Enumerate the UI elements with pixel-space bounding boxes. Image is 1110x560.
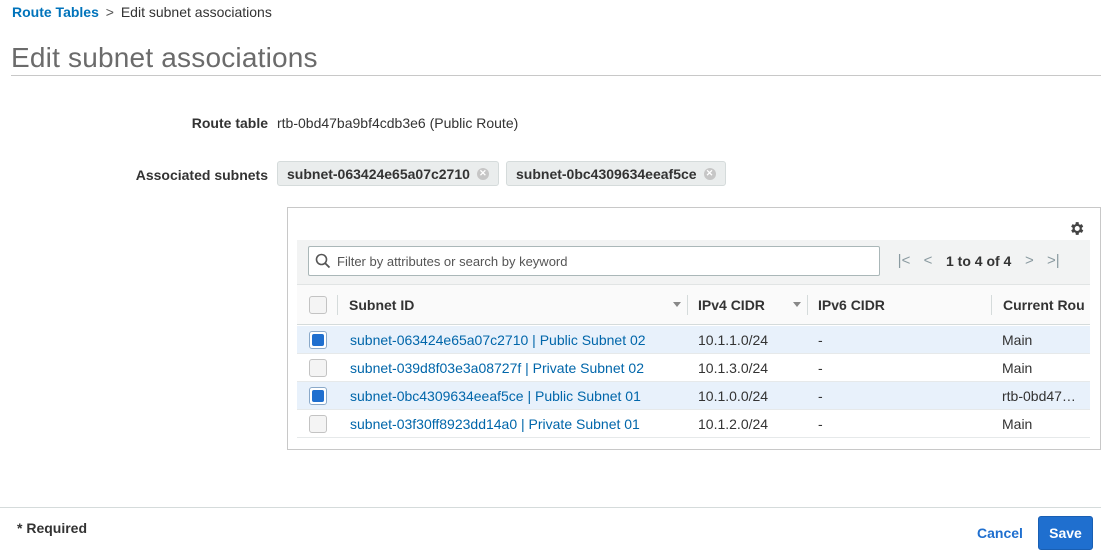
page-title: Edit subnet associations <box>11 42 318 73</box>
column-header-ipv4-cidr[interactable]: IPv4 CIDR <box>698 285 765 325</box>
subnet-token: subnet-0bc4309634eeaf5ce ✕ <box>506 161 726 186</box>
search-icon <box>315 253 331 269</box>
breadcrumb: Route Tables > Edit subnet associations <box>12 4 272 20</box>
cancel-button[interactable]: Cancel <box>977 525 1023 541</box>
save-button[interactable]: Save <box>1038 516 1093 550</box>
prev-page-icon[interactable]: < <box>916 252 940 269</box>
subnet-id-link[interactable]: subnet-0bc4309634eeaf5ce | Public Subnet… <box>350 382 641 410</box>
breadcrumb-current: Edit subnet associations <box>120 4 272 20</box>
row-checkbox[interactable] <box>309 415 327 433</box>
last-page-icon[interactable]: >| <box>1041 252 1065 269</box>
table-row[interactable]: subnet-03f30ff8923dd14a0 | Private Subne… <box>297 410 1090 438</box>
ipv6-cidr-cell: - <box>818 388 823 404</box>
search-box <box>308 246 880 276</box>
row-checkbox[interactable] <box>309 331 327 349</box>
breadcrumb-separator: > <box>105 4 114 20</box>
route-table-label: Route table <box>191 115 268 131</box>
subnet-id-link[interactable]: subnet-03f30ff8923dd14a0 | Private Subne… <box>350 410 640 438</box>
select-all-checkbox[interactable] <box>309 296 327 314</box>
row-checkbox[interactable] <box>309 387 327 405</box>
search-input[interactable] <box>337 253 857 269</box>
subnet-id-link[interactable]: subnet-039d8f03e3a08727f | Private Subne… <box>350 354 644 382</box>
subnet-token-label: subnet-063424e65a07c2710 <box>287 165 470 182</box>
ipv6-cidr-cell: - <box>818 416 823 432</box>
associated-subnets-label: Associated subnets <box>135 167 268 183</box>
sort-caret-icon[interactable] <box>793 302 801 307</box>
next-page-icon[interactable]: > <box>1017 252 1041 269</box>
pagination: |< < 1 to 4 of 4 > >| <box>892 252 1065 269</box>
subnet-token: subnet-063424e65a07c2710 ✕ <box>277 161 499 186</box>
column-divider <box>337 295 338 315</box>
sort-caret-icon[interactable] <box>673 302 681 307</box>
pagination-text: 1 to 4 of 4 <box>946 252 1012 269</box>
table-row[interactable]: subnet-039d8f03e3a08727f | Private Subne… <box>297 354 1090 382</box>
ipv6-cidr-cell: - <box>818 360 823 376</box>
ipv4-cidr-cell: 10.1.3.0/24 <box>698 360 769 376</box>
column-header-subnet-id[interactable]: Subnet ID <box>349 285 414 325</box>
current-route-table-cell: Main <box>1002 332 1033 348</box>
ipv4-cidr-cell: 10.1.2.0/24 <box>698 416 769 432</box>
row-checkbox[interactable] <box>309 359 327 377</box>
column-divider <box>687 295 688 315</box>
ipv4-cidr-cell: 10.1.0.0/24 <box>698 388 769 404</box>
table-toolbar: |< < 1 to 4 of 4 > >| <box>297 240 1090 284</box>
column-header-current-route-table[interactable]: Current Rou <box>1003 285 1085 325</box>
first-page-icon[interactable]: |< <box>892 252 916 269</box>
column-divider <box>807 295 808 315</box>
subnet-token-label: subnet-0bc4309634eeaf5ce <box>516 165 697 182</box>
breadcrumb-route-tables-link[interactable]: Route Tables <box>12 4 99 20</box>
current-route-table-cell: Main <box>1002 416 1033 432</box>
current-route-table-cell: Main <box>1002 360 1033 376</box>
settings-gear-icon[interactable] <box>1068 220 1085 237</box>
column-header-ipv6-cidr[interactable]: IPv6 CIDR <box>818 285 885 325</box>
ipv4-cidr-cell: 10.1.1.0/24 <box>698 332 769 348</box>
title-divider <box>11 75 1101 76</box>
table-row[interactable]: subnet-0bc4309634eeaf5ce | Public Subnet… <box>297 382 1090 410</box>
table-row[interactable]: subnet-063424e65a07c2710 | Public Subnet… <box>297 326 1090 354</box>
required-note: * Required <box>17 520 88 536</box>
column-divider <box>991 295 992 315</box>
route-table-value: rtb-0bd47ba9bf4cdb3e6 (Public Route) <box>277 115 519 131</box>
table-header: Subnet ID IPv4 CIDR IPv6 CIDR Current Ro… <box>297 284 1090 325</box>
remove-token-icon[interactable]: ✕ <box>476 167 489 180</box>
ipv6-cidr-cell: - <box>818 332 823 348</box>
remove-token-icon[interactable]: ✕ <box>703 167 716 180</box>
current-route-table-cell: rtb-0bd47… <box>1002 388 1076 404</box>
subnet-id-link[interactable]: subnet-063424e65a07c2710 | Public Subnet… <box>350 326 646 354</box>
footer-divider <box>0 507 1101 508</box>
subnet-table: |< < 1 to 4 of 4 > >| Subnet ID IPv4 CID… <box>297 240 1090 438</box>
